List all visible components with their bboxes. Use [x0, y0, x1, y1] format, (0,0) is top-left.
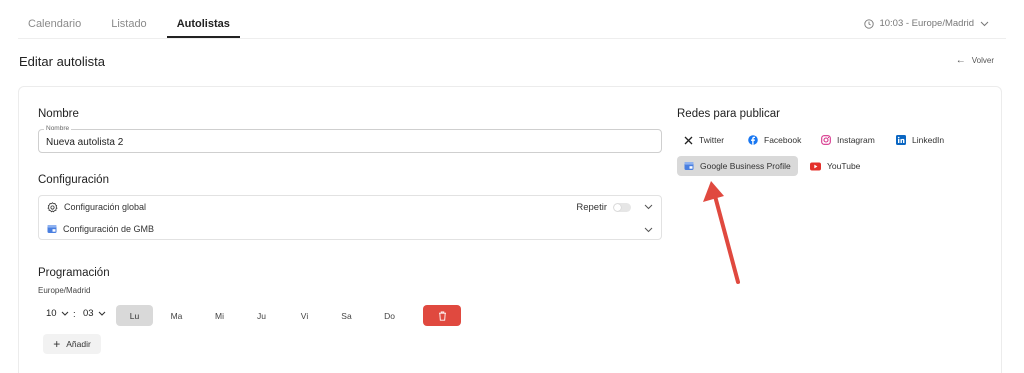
- tabs-divider: [18, 38, 1006, 39]
- network-chip-instagram[interactable]: Instagram: [814, 130, 882, 150]
- timezone-label: 10:03 - Europe/Madrid: [879, 18, 974, 29]
- name-field-value: Nueva autolista 2: [46, 137, 124, 148]
- repeat-toggle[interactable]: [613, 203, 631, 212]
- minute-select[interactable]: 03: [83, 308, 106, 319]
- add-label: Añadir: [66, 339, 91, 349]
- time-separator: :: [73, 309, 76, 320]
- network-chip-google-business[interactable]: Google Business Profile: [677, 156, 798, 176]
- network-chip-twitter[interactable]: Twitter: [677, 130, 731, 150]
- repeat-label: Repetir: [576, 202, 607, 213]
- config-gmb-label: Configuración de GMB: [63, 224, 155, 234]
- day-vi[interactable]: Vi: [286, 305, 323, 326]
- nombre-section-title: Nombre: [38, 108, 79, 120]
- chevron-down-icon[interactable]: [644, 204, 653, 210]
- tab-listado[interactable]: Listado: [101, 18, 156, 38]
- back-label: Volver: [971, 56, 994, 65]
- chevron-down-icon: [980, 21, 989, 26]
- minute-value: 03: [83, 308, 94, 319]
- network-label: Instagram: [837, 135, 875, 145]
- day-ma[interactable]: Ma: [158, 305, 195, 326]
- network-label: Twitter: [699, 135, 725, 145]
- page-title: Editar autolista: [19, 54, 105, 69]
- chevron-down-icon[interactable]: [644, 227, 653, 233]
- chevron-down-icon: [98, 311, 105, 316]
- name-field[interactable]: Nombre Nueva autolista 2: [38, 125, 662, 153]
- annotation-arrow: [703, 181, 740, 284]
- tab-autolistas[interactable]: Autolistas: [166, 18, 240, 38]
- x-twitter-icon: [684, 136, 693, 145]
- facebook-icon: [748, 135, 758, 145]
- config-gmb-row[interactable]: Configuración de GMB: [39, 218, 661, 240]
- tab-calendario[interactable]: Calendario: [18, 18, 91, 38]
- google-business-icon: [47, 225, 57, 233]
- instagram-icon: [821, 135, 831, 145]
- network-label: Facebook: [764, 135, 802, 145]
- network-label: YouTube: [827, 161, 861, 171]
- timezone-selector[interactable]: 10:03 - Europe/Madrid: [864, 18, 994, 29]
- trash-icon: [438, 311, 446, 321]
- day-do[interactable]: Do: [371, 305, 408, 326]
- clock-icon: [864, 18, 875, 29]
- day-ju[interactable]: Ju: [243, 305, 280, 326]
- network-chip-facebook[interactable]: Facebook: [741, 130, 808, 150]
- config-box: Configuración global Repetir Configuraci…: [38, 195, 662, 240]
- network-label: LinkedIn: [912, 135, 945, 145]
- day-sa[interactable]: Sa: [328, 305, 365, 326]
- network-chip-linkedin[interactable]: LinkedIn: [889, 130, 951, 150]
- plus-icon: +: [53, 337, 61, 351]
- network-chip-youtube[interactable]: YouTube: [803, 156, 867, 176]
- arrow-left-icon: ←: [955, 55, 966, 66]
- programacion-section-title: Programación: [38, 267, 110, 279]
- youtube-icon: [810, 162, 821, 171]
- top-tabs: Calendario Listado Autolistas: [18, 0, 250, 38]
- redes-section-title: Redes para publicar: [677, 108, 780, 120]
- configuracion-section-title: Configuración: [38, 174, 109, 186]
- chevron-down-icon: [61, 311, 68, 316]
- hour-value: 10: [46, 308, 57, 319]
- config-global-label: Configuración global: [64, 202, 147, 212]
- linkedin-icon: [896, 135, 906, 145]
- delete-schedule-button[interactable]: [423, 305, 461, 326]
- network-label: Google Business Profile: [700, 161, 791, 171]
- repeat-control: Repetir: [576, 202, 631, 213]
- day-lu[interactable]: Lu: [116, 305, 153, 326]
- hour-select[interactable]: 10: [46, 308, 69, 319]
- day-mi[interactable]: Mi: [201, 305, 238, 326]
- config-global-row[interactable]: Configuración global Repetir: [39, 196, 661, 218]
- programacion-timezone: Europe/Madrid: [38, 286, 91, 295]
- back-button[interactable]: ← Volver: [956, 55, 994, 66]
- name-field-label: Nombre: [44, 125, 72, 132]
- add-schedule-button[interactable]: + Añadir: [43, 334, 101, 354]
- google-business-icon: [684, 161, 694, 171]
- gear-icon: [47, 201, 58, 212]
